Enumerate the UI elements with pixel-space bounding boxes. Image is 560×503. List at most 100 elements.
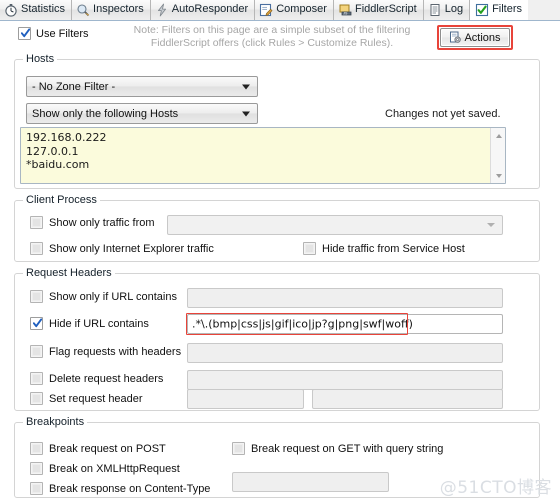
client-process-dropdown[interactable] [167, 215, 503, 235]
set-header-row[interactable]: Set request header [30, 392, 143, 405]
zone-filter-value: - No Zone Filter - [32, 80, 116, 93]
show-only-ie-traffic-label: Show only Internet Explorer traffic [49, 242, 214, 255]
filters-note-line-1: Note: Filters on this page are a simple … [133, 24, 411, 36]
filters-note-line-2: FiddlerScript offers (click Rules > Cust… [150, 37, 394, 49]
request-headers-group-label: Request Headers [23, 267, 115, 279]
lightning-icon [155, 3, 169, 17]
tab-label: AutoResponder [171, 3, 249, 15]
tab-label: Composer [276, 3, 327, 15]
document-icon [428, 3, 442, 17]
set-header-name-input[interactable] [187, 389, 304, 409]
break-request-get-row[interactable]: Break request on GET with query string [232, 442, 443, 455]
break-content-type-checkbox[interactable] [30, 482, 43, 495]
triangle-up-icon [495, 133, 502, 138]
site-watermark: @51CTO博客 [439, 478, 552, 498]
hide-if-url-input[interactable]: .*\.(bmp|css|js|gif|ico|jp?g|png|swf|wof… [187, 314, 503, 334]
scroll-down-button[interactable] [491, 168, 505, 183]
main-tab-strip: Statistics Inspectors AutoResponder Comp… [0, 0, 560, 21]
show-only-traffic-from-checkbox[interactable] [30, 216, 43, 229]
hosts-group-label: Hosts [23, 53, 58, 65]
set-header-label: Set request header [49, 392, 143, 405]
triangle-down-icon [495, 173, 502, 178]
show-only-if-url-input[interactable] [187, 288, 503, 308]
delete-headers-row[interactable]: Delete request headers [30, 372, 163, 385]
use-filters-control[interactable]: Use Filters [18, 27, 89, 40]
tab-log[interactable]: Log [423, 0, 471, 20]
hide-if-url-checkbox[interactable] [30, 317, 43, 330]
breakpoints-group-label: Breakpoints [23, 416, 88, 428]
hide-service-host-label: Hide traffic from Service Host [322, 242, 465, 255]
stopwatch-icon [4, 3, 18, 17]
flag-requests-label: Flag requests with headers [49, 345, 182, 358]
break-xhr-row[interactable]: Break on XMLHttpRequest [30, 462, 180, 475]
use-filters-checkbox[interactable] [18, 27, 31, 40]
fiddler-filters-panel: Statistics Inspectors AutoResponder Comp… [0, 0, 560, 503]
flag-requests-checkbox[interactable] [30, 345, 43, 358]
tab-label: Inspectors [93, 3, 144, 15]
chevron-down-icon [242, 111, 250, 116]
hide-if-url-label: Hide if URL contains [49, 317, 149, 330]
hosts-save-status: Changes not yet saved. [385, 108, 501, 120]
show-only-ie-traffic-row[interactable]: Show only Internet Explorer traffic [30, 242, 214, 255]
hosts-list-value: 192.168.0.222 127.0.0.1 *baidu.com [26, 131, 107, 171]
set-header-value-input[interactable] [312, 389, 503, 409]
tab-filters[interactable]: Filters [470, 0, 529, 20]
client-process-group-label: Client Process [23, 194, 100, 206]
break-request-get-label: Break request on GET with query string [251, 442, 444, 455]
show-only-ie-traffic-checkbox[interactable] [30, 242, 43, 255]
hide-service-host-checkbox[interactable] [303, 242, 316, 255]
checkmark-icon [33, 318, 42, 328]
zone-filter-dropdown[interactable]: - No Zone Filter - [26, 76, 258, 97]
break-content-type-label: Break response on Content-Type [49, 482, 211, 495]
js-script-icon: JS [338, 3, 352, 17]
chevron-down-icon [487, 223, 495, 227]
show-only-if-url-row[interactable]: Show only if URL contains [30, 290, 177, 303]
tab-autoresponder[interactable]: AutoResponder [150, 0, 256, 20]
tab-label: Filters [492, 3, 523, 15]
flag-requests-row[interactable]: Flag requests with headers [30, 345, 181, 358]
tab-composer[interactable]: Composer [255, 0, 334, 20]
break-request-post-row[interactable]: Break request on POST [30, 442, 166, 455]
break-xhr-label: Break on XMLHttpRequest [49, 462, 180, 475]
show-only-if-url-label: Show only if URL contains [49, 290, 177, 303]
delete-headers-label: Delete request headers [49, 372, 164, 385]
hosts-list-scrollbar[interactable] [490, 128, 505, 183]
use-filters-label: Use Filters [36, 27, 89, 40]
tab-inspectors[interactable]: Inspectors [72, 0, 151, 20]
checkmark-icon [21, 28, 30, 38]
show-only-traffic-from-label: Show only traffic from [49, 216, 155, 229]
scroll-up-button[interactable] [491, 128, 505, 143]
pencil-pad-icon [259, 3, 273, 17]
hide-service-host-row[interactable]: Hide traffic from Service Host [303, 242, 465, 255]
magnifier-icon [76, 3, 90, 17]
actions-gear-document-icon [449, 31, 462, 44]
break-content-type-input[interactable] [232, 472, 389, 492]
flag-requests-input[interactable] [187, 343, 503, 363]
hide-if-url-value: .*\.(bmp|css|js|gif|ico|jp?g|png|swf|wof… [192, 317, 413, 331]
green-check-icon [475, 3, 489, 17]
break-request-post-checkbox[interactable] [30, 442, 43, 455]
hide-if-url-row[interactable]: Hide if URL contains [30, 317, 149, 330]
show-only-traffic-from-row[interactable]: Show only traffic from [30, 216, 155, 229]
break-content-type-row[interactable]: Break response on Content-Type [30, 482, 210, 495]
set-header-checkbox[interactable] [30, 392, 43, 405]
svg-text:JS: JS [343, 11, 348, 15]
break-xhr-checkbox[interactable] [30, 462, 43, 475]
delete-headers-checkbox[interactable] [30, 372, 43, 385]
actions-button[interactable]: Actions [440, 28, 510, 47]
host-filter-value: Show only the following Hosts [32, 107, 179, 120]
chevron-down-icon [242, 84, 250, 89]
hosts-list-textarea[interactable]: 192.168.0.222 127.0.0.1 *baidu.com [20, 127, 506, 184]
break-request-post-label: Break request on POST [49, 442, 166, 455]
delete-headers-input[interactable] [187, 370, 503, 390]
actions-button-label: Actions [464, 31, 501, 44]
tab-label: FiddlerScript [354, 3, 417, 15]
filters-note: Note: Filters on this page are a simple … [116, 24, 428, 50]
host-filter-dropdown[interactable]: Show only the following Hosts [26, 103, 258, 124]
tab-statistics[interactable]: Statistics [0, 0, 73, 20]
tab-fiddlerscript[interactable]: JS FiddlerScript [333, 0, 424, 20]
show-only-if-url-checkbox[interactable] [30, 290, 43, 303]
tab-label: Log [444, 3, 464, 15]
break-request-get-checkbox[interactable] [232, 442, 245, 455]
tab-label: Statistics [21, 3, 66, 15]
